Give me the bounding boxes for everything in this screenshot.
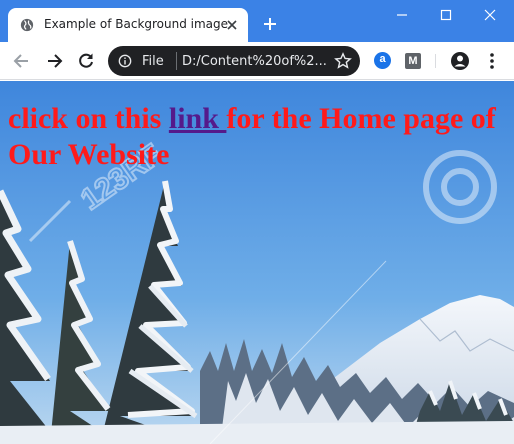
file-scheme-label: File — [142, 54, 164, 69]
toolbar-separator — [435, 54, 436, 68]
bookmark-star-icon[interactable] — [334, 52, 352, 70]
address-separator — [176, 52, 177, 70]
browser-tab[interactable]: Example of Background image — [8, 8, 248, 42]
m-extension-icon[interactable]: M — [405, 53, 421, 69]
maximize-button[interactable] — [424, 6, 468, 26]
info-icon[interactable] — [118, 54, 132, 68]
close-tab-icon[interactable] — [224, 17, 240, 33]
a-extension-icon[interactable]: a — [374, 52, 391, 69]
tab-title: Example of Background image — [44, 17, 229, 31]
globe-icon — [20, 18, 34, 32]
forward-arrow-icon[interactable] — [44, 51, 64, 71]
title-bar: Example of Background image — [0, 0, 514, 42]
url-text[interactable]: D:/Content%20of%2... — [182, 54, 327, 69]
back-arrow-icon[interactable] — [12, 51, 32, 71]
close-window-button[interactable] — [468, 6, 512, 26]
reload-icon[interactable] — [76, 51, 96, 71]
browser-toolbar: File D:/Content%20of%2... a M — [0, 42, 514, 80]
close-window-icon — [484, 9, 496, 21]
headline-text-before: click on this — [8, 102, 169, 135]
minimize-icon — [397, 14, 407, 16]
kebab-menu-icon[interactable] — [482, 51, 502, 71]
page-headline: click on this link for the Home page of … — [8, 101, 508, 173]
home-page-link[interactable]: link — [169, 102, 227, 135]
profile-avatar-icon[interactable] — [450, 51, 470, 71]
page-viewport: 123RF click on this link for the Home pa… — [0, 81, 514, 444]
address-bar[interactable]: File D:/Content%20of%2... — [108, 46, 360, 76]
maximize-icon — [440, 9, 452, 21]
new-tab-icon[interactable] — [262, 16, 278, 32]
minimize-button[interactable] — [380, 6, 424, 26]
